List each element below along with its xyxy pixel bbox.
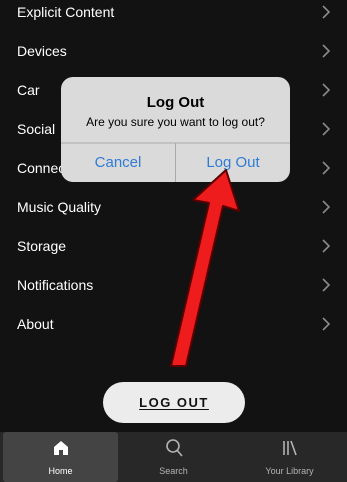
- logout-dialog: Log Out Are you sure you want to log out…: [61, 77, 290, 182]
- tab-your-library[interactable]: Your Library: [232, 432, 347, 482]
- settings-item-label: Music Quality: [17, 198, 102, 215]
- library-icon: [282, 440, 297, 456]
- home-icon: [53, 441, 68, 455]
- chevron-right-icon: [322, 277, 331, 292]
- settings-item-music-quality[interactable]: Music Quality: [0, 187, 347, 226]
- chevron-right-icon: [322, 82, 331, 97]
- settings-item-about[interactable]: About: [0, 304, 347, 343]
- settings-item-notifications[interactable]: Notifications: [0, 265, 347, 304]
- settings-item-label: Car: [17, 81, 40, 98]
- search-icon: [165, 439, 183, 457]
- settings-item-devices[interactable]: Devices: [0, 31, 347, 70]
- settings-item-label: Social: [17, 120, 56, 137]
- chevron-right-icon: [322, 4, 331, 19]
- chevron-right-icon: [322, 316, 331, 331]
- settings-item-explicit-content[interactable]: Explicit Content: [0, 0, 347, 31]
- tab-label: Your Library: [265, 466, 314, 476]
- settings-item-label: Notifications: [17, 276, 94, 293]
- chevron-right-icon: [322, 43, 331, 58]
- settings-item-label: Devices: [17, 42, 67, 59]
- tab-home[interactable]: Home: [3, 432, 118, 482]
- chevron-right-icon: [322, 238, 331, 253]
- bottom-tab-bar: Home Search Your Library: [0, 432, 347, 482]
- dialog-logout-button[interactable]: Log Out: [176, 143, 290, 182]
- tab-label: Search: [159, 466, 188, 476]
- settings-item-label: Explicit Content: [17, 3, 115, 20]
- dialog-cancel-button[interactable]: Cancel: [61, 143, 175, 182]
- tab-label: Home: [48, 466, 73, 476]
- logout-button[interactable]: LOG OUT: [103, 382, 245, 423]
- chevron-right-icon: [322, 121, 331, 136]
- chevron-right-icon: [322, 160, 331, 175]
- settings-item-label: About: [17, 315, 54, 332]
- settings-item-storage[interactable]: Storage: [0, 226, 347, 265]
- settings-item-label: Storage: [17, 237, 67, 254]
- chevron-right-icon: [322, 199, 331, 214]
- tab-search[interactable]: Search: [116, 432, 231, 482]
